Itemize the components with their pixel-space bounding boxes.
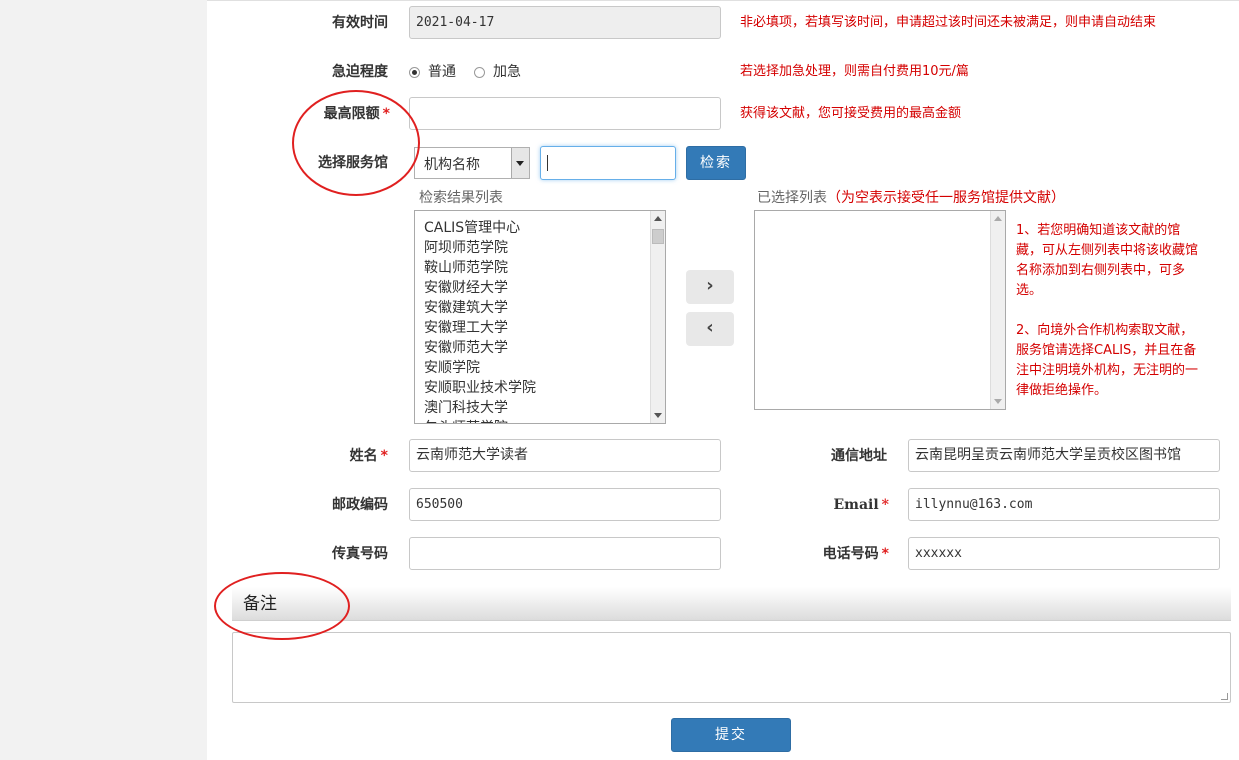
chevron-right-icon: › <box>706 275 714 296</box>
max-limit-input[interactable] <box>409 97 721 130</box>
max-limit-hint: 获得该文献，您可接受费用的最高金额 <box>740 106 962 121</box>
scroll-down-icon[interactable] <box>994 399 1002 404</box>
address-input[interactable]: 云南昆明呈贡云南师范大学呈贡校区图书馆 <box>908 439 1220 472</box>
email-input[interactable]: illynnu@163.com <box>908 488 1220 521</box>
urgency-normal-label: 普通 <box>428 64 456 80</box>
top-divider <box>207 0 1239 1</box>
results-scrollbar[interactable] <box>650 211 665 423</box>
valid-time-hint: 非必填项，若填写该时间，申请超过该时间还未被满足，则申请自动结束 <box>740 15 1157 30</box>
service-hint-1: 1、若您明确知道该文献的馆藏，可从左侧列表中将该收藏馆名称添加到右侧列表中，可多… <box>1016 223 1199 298</box>
scroll-down-icon[interactable] <box>654 413 662 418</box>
remark-textarea[interactable] <box>232 632 1231 703</box>
list-item[interactable]: 澳门科技大学 <box>415 398 665 418</box>
name-input[interactable]: 云南师范大学读者 <box>409 439 721 472</box>
list-item[interactable]: 安徽建筑大学 <box>415 298 665 318</box>
scroll-up-icon[interactable] <box>654 216 662 221</box>
institution-select[interactable]: 机构名称 <box>414 147 530 179</box>
resize-handle-icon[interactable] <box>1221 693 1228 700</box>
remark-section-header <box>232 587 1231 621</box>
urgency-hint: 若选择加急处理，则需自付费用10元/篇 <box>740 64 969 79</box>
left-sidebar <box>0 0 207 760</box>
select-dropdown-button[interactable] <box>511 148 529 178</box>
scroll-thumb[interactable] <box>652 229 664 244</box>
add-to-selected-button[interactable]: › <box>686 270 734 304</box>
valid-time-input[interactable]: 2021-04-17 <box>409 6 721 39</box>
phone-label: 电话号码 * <box>822 546 889 562</box>
list-item[interactable]: 鞍山师范学院 <box>415 258 665 278</box>
list-item[interactable]: 安顺职业技术学院 <box>415 378 665 398</box>
library-search-input[interactable] <box>540 146 676 180</box>
annotation-circle-required <box>292 90 420 196</box>
results-items: CALIS管理中心 阿坝师范学院 鞍山师范学院 安徽财经大学 安徽建筑大学 安徽理工大学安… <box>415 211 665 423</box>
selected-list-note: （为空表示接受任一服务馆提供文献） <box>827 190 1065 206</box>
valid-time-label: 有效时间 <box>332 15 388 31</box>
submit-button[interactable]: 提交 <box>671 718 791 752</box>
urgency-urgent-radio[interactable] <box>474 67 485 78</box>
urgency-urgent-label: 加急 <box>493 64 521 80</box>
list-item[interactable]: 安徽财经大学 <box>415 278 665 298</box>
list-item[interactable]: 包头师范学院 <box>415 418 665 423</box>
fax-input[interactable] <box>409 537 721 570</box>
institution-select-value: 机构名称 <box>424 157 480 173</box>
chevron-left-icon: ‹ <box>706 317 714 338</box>
address-label: 通信地址 <box>831 448 887 464</box>
text-caret <box>547 155 548 171</box>
selected-list-title: 已选择列表（为空表示接受任一服务馆提供文献） <box>757 190 1065 206</box>
service-hint-2: 2、向境外合作机构索取文献，服务馆请选择CALIS，并且在备注中注明境外机构，无… <box>1016 323 1199 398</box>
annotation-circle-remark <box>214 572 350 640</box>
chevron-down-icon <box>516 161 524 166</box>
list-item[interactable]: 安徽理工大学 <box>415 318 665 338</box>
results-listbox[interactable]: CALIS管理中心 阿坝师范学院 鞍山师范学院 安徽财经大学 安徽建筑大学 安徽理工大学安… <box>414 210 666 424</box>
email-label: Email * <box>833 497 889 513</box>
urgency-label: 急迫程度 <box>332 64 388 80</box>
postcode-input[interactable]: 650500 <box>409 488 721 521</box>
fax-label: 传真号码 <box>332 546 388 562</box>
selected-listbox[interactable] <box>754 210 1006 410</box>
list-item[interactable]: CALIS管理中心 <box>415 218 665 238</box>
list-item[interactable]: 阿坝师范学院 <box>415 238 665 258</box>
scroll-up-icon[interactable] <box>994 216 1002 221</box>
list-item[interactable]: 安顺学院 <box>415 358 665 378</box>
results-list-title: 检索结果列表 <box>419 190 503 206</box>
urgency-normal-radio[interactable] <box>409 67 420 78</box>
selected-scrollbar[interactable] <box>990 211 1005 409</box>
postcode-label: 邮政编码 <box>332 497 388 513</box>
search-button[interactable]: 检索 <box>686 146 746 180</box>
list-item[interactable]: 安徽师范大学 <box>415 338 665 358</box>
phone-input[interactable]: xxxxxx <box>908 537 1220 570</box>
remove-from-selected-button[interactable]: ‹ <box>686 312 734 346</box>
name-label: 姓名 * <box>349 448 388 464</box>
